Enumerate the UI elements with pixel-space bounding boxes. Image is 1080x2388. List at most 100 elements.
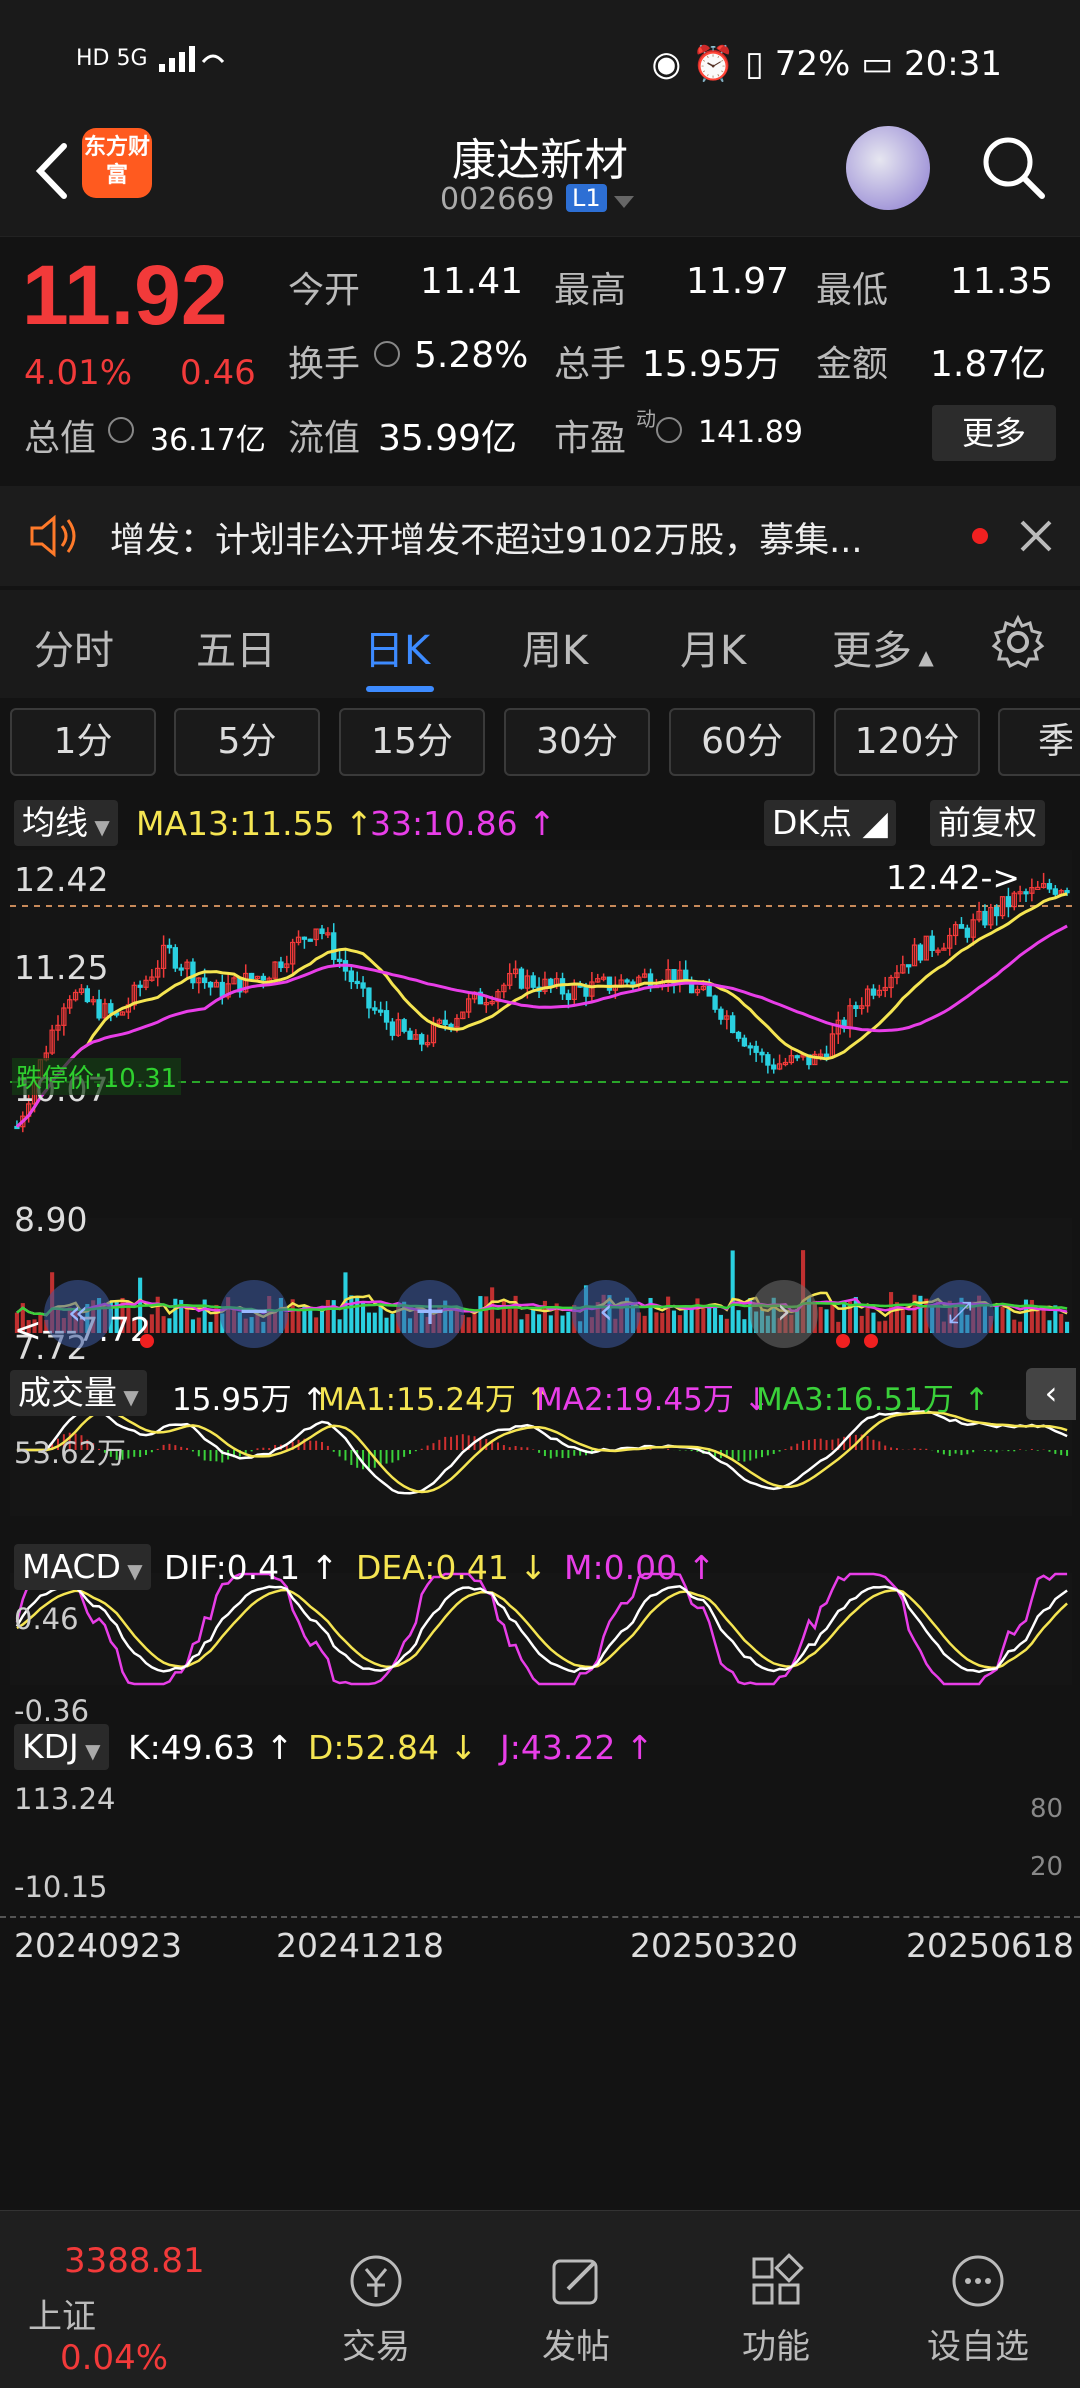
high-marker: 12.42-> xyxy=(886,858,1021,897)
volume-bar xyxy=(1018,1321,1023,1333)
fast-back-button[interactable]: « xyxy=(44,1280,112,1348)
chart-canvas[interactable] xyxy=(0,850,1080,2170)
close-icon[interactable] xyxy=(1016,516,1056,556)
adjust-mode-button[interactable]: 前复权 xyxy=(930,800,1045,846)
eye-icon: ◉ xyxy=(651,44,682,84)
open-label: 今开 xyxy=(288,270,361,311)
nav-functions[interactable]: 功能 xyxy=(706,2251,846,2368)
chevron-down-icon: ▼ xyxy=(88,815,110,839)
tab-monthly-k[interactable]: 月K xyxy=(680,618,746,676)
scroll-left-button[interactable]: ‹ xyxy=(572,1280,640,1348)
tab-more[interactable]: 更多 ▲ xyxy=(832,618,934,676)
volume-y-tick: 53.62万 xyxy=(14,1436,127,1470)
volume-bar xyxy=(660,1312,665,1333)
notice-text[interactable]: 增发：计划非公开增发不超过9102万股，募集... xyxy=(110,512,862,563)
nav-watchlist[interactable]: 设自选 xyxy=(908,2251,1048,2368)
nav-trade[interactable]: 交易 xyxy=(306,2251,446,2368)
zoom-out-button[interactable]: − xyxy=(220,1280,288,1348)
interval-quarter[interactable]: 季 xyxy=(998,708,1080,776)
level-badge[interactable]: L1 xyxy=(566,184,607,212)
tab-daily-k[interactable]: 日K xyxy=(364,618,430,676)
nav-post[interactable]: 发帖 xyxy=(506,2251,646,2368)
volume-bar xyxy=(466,1317,471,1333)
tab-weekly-k[interactable]: 周K xyxy=(522,618,588,676)
macd-selector-label: MACD xyxy=(22,1547,121,1586)
info-icon[interactable] xyxy=(108,417,134,443)
alarm-icon: ⏰ xyxy=(692,44,735,84)
candle-body xyxy=(735,1031,742,1039)
candle-body xyxy=(166,944,173,949)
candle-body xyxy=(307,938,313,942)
volume-bar xyxy=(519,1319,524,1333)
dk-point-button[interactable]: DK点 ◢ xyxy=(764,800,896,846)
index-ticker[interactable]: 3388.81 上证 0.04% xyxy=(28,2241,228,2378)
bottom-navigation: 3388.81 上证 0.04% 交易 发帖 功能 设自选 xyxy=(0,2210,1080,2388)
last-price: 11.92 xyxy=(22,248,228,342)
kdj-selector[interactable]: KDJ ▼ xyxy=(14,1724,109,1770)
ma33-text: 33:10.86 xyxy=(370,804,518,843)
volume-bar xyxy=(912,1294,917,1333)
macd-dif: DIF:0.41 ↑ xyxy=(164,1548,339,1587)
more-dots-icon xyxy=(952,2255,1004,2307)
robot-assistant-icon[interactable] xyxy=(846,126,930,210)
interval-60min[interactable]: 60分 xyxy=(669,708,815,776)
volume-bar xyxy=(560,1315,565,1333)
volume-bar xyxy=(325,1299,330,1333)
signal-icon xyxy=(158,46,224,72)
candle-body xyxy=(765,1054,771,1066)
candle-body xyxy=(301,936,308,940)
volume-selector[interactable]: 成交量 ▼ xyxy=(10,1370,147,1416)
nav-functions-label: 功能 xyxy=(742,2327,810,2367)
kdj-j: J:43.22 ↑ xyxy=(500,1728,654,1767)
volume-bar xyxy=(683,1308,688,1333)
volume-bar xyxy=(319,1307,325,1333)
interval-15min[interactable]: 15分 xyxy=(339,708,485,776)
candle-body xyxy=(336,958,343,962)
volume-bar xyxy=(484,1296,489,1333)
volume-bar xyxy=(900,1307,905,1333)
candle-body xyxy=(606,976,613,991)
tab-intraday[interactable]: 分时 xyxy=(34,618,114,676)
panel-expand-button[interactable]: ‹ xyxy=(1026,1368,1076,1420)
chevron-down-icon[interactable] xyxy=(612,192,636,212)
interval-30min[interactable]: 30分 xyxy=(504,708,650,776)
candle-body xyxy=(771,1064,777,1070)
ma13-value: MA13:11.55 ↑ xyxy=(136,804,373,843)
stock-header: 东方财富 康达新材 002669 L1 xyxy=(0,120,1080,236)
macd-y-bottom: -0.36 xyxy=(14,1694,90,1728)
more-button[interactable]: 更多 xyxy=(932,405,1056,461)
candle-body xyxy=(1064,890,1070,894)
change-amount: 0.46 xyxy=(180,353,256,393)
interval-5min[interactable]: 5分 xyxy=(174,708,320,776)
gear-icon[interactable] xyxy=(990,614,1046,670)
kline-chart-area[interactable]: 均线 ▼ MA13:11.55 ↑ 33:10.86 ↑ DK点 ◢ 前复权 1… xyxy=(0,790,1080,2170)
grid-icon xyxy=(752,2253,804,2305)
candle-body xyxy=(331,932,337,960)
info-icon[interactable] xyxy=(656,417,682,443)
zoom-in-button[interactable]: + xyxy=(396,1280,464,1348)
fullscreen-button[interactable]: ⤢ xyxy=(926,1280,994,1348)
notice-bar[interactable]: 增发：计划非公开增发不超过9102万股，募集... xyxy=(0,486,1080,586)
volume-bar xyxy=(173,1298,178,1333)
ma-selector[interactable]: 均线 ▼ xyxy=(14,800,118,846)
interval-1min[interactable]: 1分 xyxy=(10,708,156,776)
volume-bar xyxy=(871,1312,876,1333)
scroll-right-button[interactable]: › xyxy=(750,1280,818,1348)
change-percent: 4.01% xyxy=(24,353,133,393)
volume-bar xyxy=(296,1310,301,1333)
macd-selector[interactable]: MACD ▼ xyxy=(14,1544,151,1590)
candle-body xyxy=(548,978,554,986)
limit-down-label: 跌停价:10.31 xyxy=(12,1058,182,1095)
volume-bar xyxy=(155,1296,160,1333)
ma33-value: 33:10.86 ↑ xyxy=(370,804,556,843)
search-icon[interactable] xyxy=(978,132,1048,202)
tab-five-day[interactable]: 五日 xyxy=(196,618,276,676)
volume-bar xyxy=(677,1315,682,1333)
candle-body xyxy=(178,967,184,971)
status-bar: HD 5G ◉ ⏰ ▯ 72% ▭ 20:31 xyxy=(0,0,1080,120)
volume-bar xyxy=(1012,1319,1017,1333)
info-icon[interactable] xyxy=(374,341,400,367)
interval-120min[interactable]: 120分 xyxy=(834,708,980,776)
volume-bar xyxy=(337,1319,342,1333)
mktcap-label: 总值 xyxy=(24,418,97,459)
